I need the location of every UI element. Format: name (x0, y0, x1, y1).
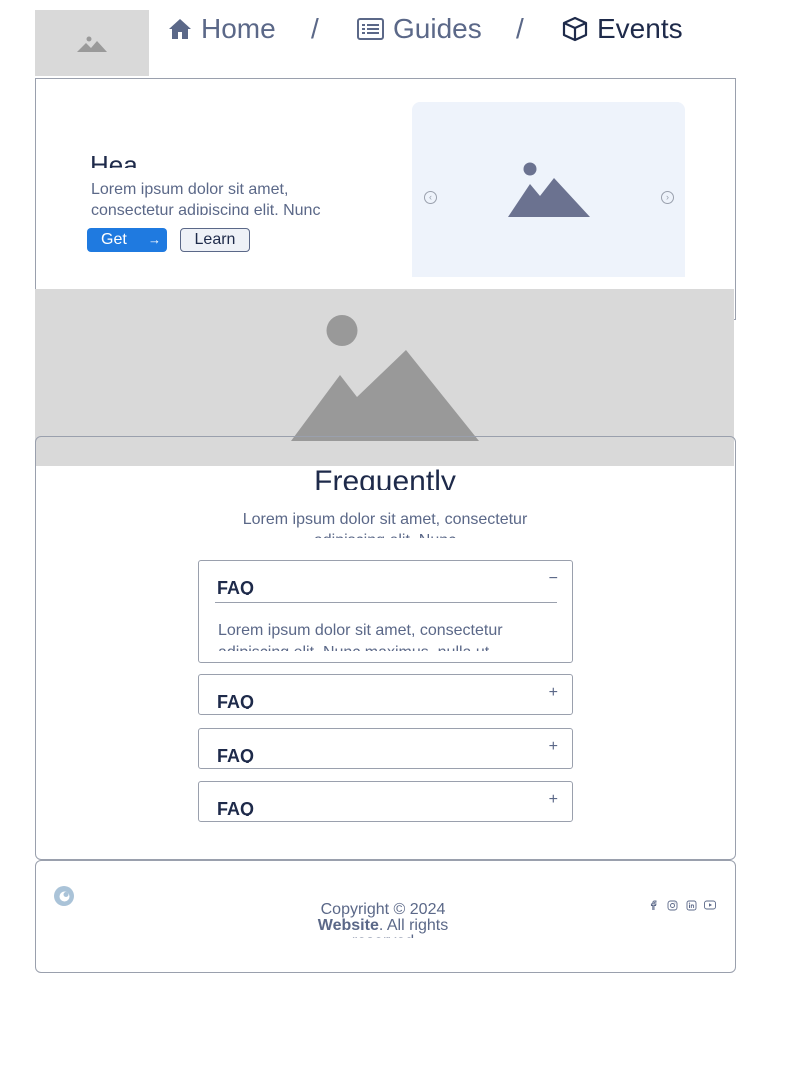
expand-icon[interactable]: + (549, 791, 558, 809)
expand-icon[interactable]: + (549, 738, 558, 756)
breadcrumb-events-label: Events (597, 13, 683, 44)
instagram-icon[interactable] (665, 898, 679, 912)
breadcrumb-separator: / (516, 13, 524, 44)
copyright-text: Copyright © 2024 Website. All rights res… (300, 902, 466, 938)
breadcrumb-separator: / (311, 13, 319, 44)
brand-logo-icon (54, 886, 74, 906)
image-icon (508, 162, 590, 217)
carousel-next-button[interactable]: › (661, 191, 674, 204)
faq-question: FAQ (217, 692, 255, 709)
arrow-right-icon: → (148, 232, 161, 247)
youtube-icon[interactable] (703, 898, 717, 912)
faq-subtitle: Lorem ipsum dolor sit amet, consectetur … (242, 511, 528, 538)
home-icon (169, 19, 191, 39)
faq-item[interactable]: FAQ + (198, 781, 573, 822)
expand-icon[interactable]: + (549, 684, 558, 702)
breadcrumb-home[interactable]: Home (168, 10, 276, 48)
breadcrumb-home-label: Home (201, 13, 276, 44)
faq-item[interactable]: FAQ − Lorem ipsum dolor sit amet, consec… (198, 560, 573, 663)
image-icon (77, 36, 107, 52)
facebook-icon[interactable] (646, 898, 660, 912)
faq-question: FAQ (217, 746, 255, 763)
breadcrumb-guides[interactable]: Guides (357, 10, 482, 48)
breadcrumb-events[interactable]: Events (562, 10, 683, 48)
copyright-line: Copyright © 2024 (320, 902, 446, 918)
faq-title: Frequently (314, 465, 456, 490)
hero-heading: Hea (90, 150, 138, 168)
faq-answer: Lorem ipsum dolor sit amet, consectetur … (218, 622, 503, 651)
faq-question: FAQ (217, 578, 255, 595)
footer-brand: Website (317, 917, 379, 934)
breadcrumb-guides-label: Guides (393, 13, 482, 44)
learn-more-button[interactable]: Learn (180, 228, 250, 252)
hero-description: Lorem ipsum dolor sit amet, consectetur … (91, 181, 321, 215)
learn-more-label: Learn (194, 231, 236, 248)
faq-item[interactable]: FAQ + (198, 728, 573, 769)
faq-divider (215, 602, 557, 603)
list-icon (357, 18, 384, 40)
box-icon (562, 16, 588, 42)
logo-placeholder (35, 10, 149, 76)
faq-question: FAQ (217, 799, 255, 816)
get-started-label: Get (101, 231, 127, 248)
collapse-icon[interactable]: − (549, 570, 558, 588)
image-icon (291, 315, 479, 441)
carousel-prev-button[interactable]: ‹ (424, 191, 437, 204)
linkedin-icon[interactable] (684, 898, 698, 912)
faq-item[interactable]: FAQ + (198, 674, 573, 715)
hero-carousel (412, 102, 685, 277)
get-started-button[interactable]: Get → (87, 228, 167, 252)
